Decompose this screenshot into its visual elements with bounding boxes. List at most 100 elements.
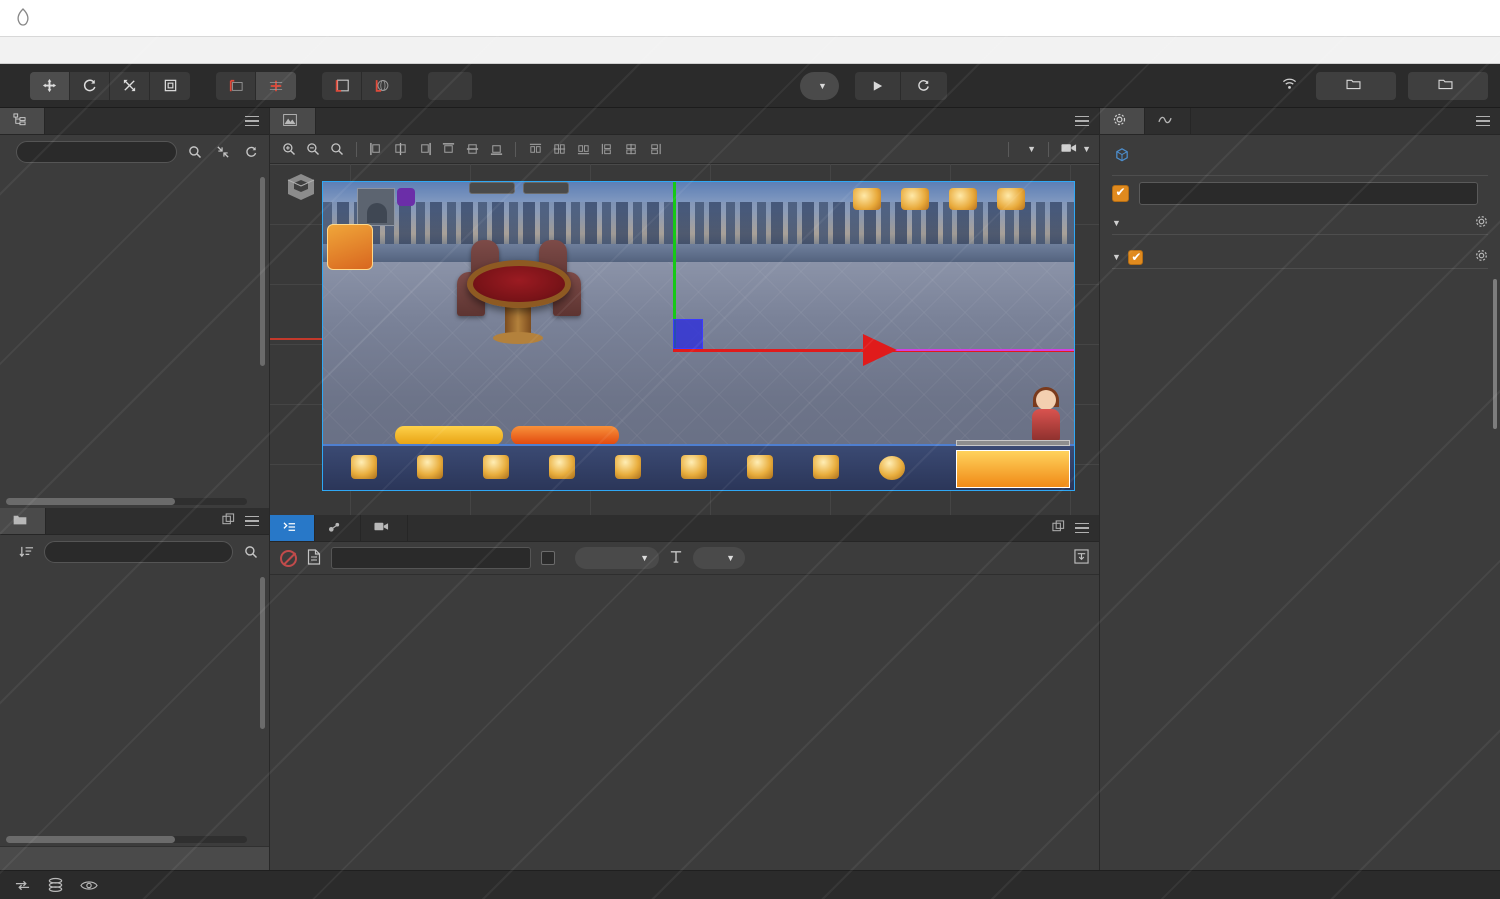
bottom-button-trophy[interactable] — [869, 456, 915, 480]
refresh-icon[interactable] — [241, 142, 261, 162]
regex-checkbox[interactable] — [541, 551, 555, 565]
menu-help[interactable] — [172, 48, 190, 52]
gear-icon[interactable] — [1475, 215, 1488, 231]
assets-menu-icon[interactable] — [245, 515, 259, 527]
open-project-button[interactable] — [1316, 71, 1397, 100]
zoom-in-icon[interactable] — [278, 138, 300, 160]
bottom-button-club-manage[interactable] — [605, 455, 651, 481]
inspector-scrollbar[interactable] — [1493, 279, 1497, 429]
tab-scene-editor[interactable] — [270, 108, 316, 134]
btchagelevel-gizmo[interactable] — [956, 440, 1070, 488]
bottom-button-promo-card[interactable] — [737, 455, 783, 481]
play-button[interactable] — [855, 71, 901, 100]
node-section-header[interactable]: ▼ — [1100, 211, 1500, 234]
tag-button-other[interactable] — [395, 426, 503, 445]
node-enabled-checkbox[interactable] — [1112, 185, 1129, 202]
tab-console[interactable] — [270, 515, 315, 541]
menu-developer[interactable] — [154, 48, 172, 52]
sort-icon[interactable] — [16, 542, 36, 562]
bottom-button-score-manage[interactable] — [407, 455, 453, 481]
camera-dropdown[interactable]: ▼ — [1061, 142, 1091, 157]
distribute-right-icon[interactable] — [644, 138, 666, 160]
gear-icon[interactable] — [1475, 249, 1488, 265]
dimension-toggle[interactable] — [428, 72, 472, 100]
sync-icon[interactable] — [14, 878, 31, 893]
tab-game-preview[interactable] — [361, 515, 408, 541]
distribute-bottom-icon[interactable] — [572, 138, 594, 160]
top-button-partner[interactable] — [898, 188, 932, 211]
menu-layout[interactable] — [118, 48, 136, 52]
hierarchy-tree[interactable] — [0, 169, 269, 508]
align-left-icon[interactable] — [365, 138, 387, 160]
move-tool-icon[interactable] — [30, 71, 70, 100]
hierarchy-search-input[interactable] — [16, 141, 177, 163]
close-button[interactable] — [1454, 0, 1500, 37]
console-popout-icon[interactable] — [1052, 520, 1065, 536]
assets-popout-icon[interactable] — [222, 513, 235, 529]
tag-button-all[interactable] — [511, 426, 619, 445]
console-menu-icon[interactable] — [1075, 522, 1089, 534]
tab-hierarchy[interactable] — [0, 108, 45, 134]
collapse-all-icon[interactable] — [213, 142, 233, 162]
hierarchy-hscrollbar[interactable] — [6, 498, 247, 505]
open-editor-button[interactable] — [1408, 71, 1489, 100]
font-size-dropdown[interactable]: ▼ — [693, 547, 745, 569]
bottom-button-rank[interactable] — [473, 455, 519, 481]
search-icon[interactable] — [241, 542, 261, 562]
tab-animation-editor[interactable] — [315, 515, 361, 541]
hierarchy-vscrollbar[interactable] — [260, 177, 265, 492]
eye-icon[interactable] — [80, 879, 98, 892]
console-filter-input[interactable] — [331, 547, 531, 569]
distribute-top-icon[interactable] — [524, 138, 546, 160]
gizmo-x-arrow[interactable] — [863, 334, 897, 366]
distribute-left-icon[interactable] — [596, 138, 618, 160]
menu-component[interactable] — [64, 48, 82, 52]
scene-close-button[interactable] — [523, 182, 569, 194]
zoom-out-icon[interactable] — [302, 138, 324, 160]
assets-tree[interactable] — [0, 569, 269, 846]
node-name-input[interactable] — [1139, 182, 1478, 205]
database-icon[interactable] — [47, 877, 64, 893]
preview-target-dropdown[interactable]: ▼ — [800, 71, 839, 100]
assets-vscrollbar[interactable] — [260, 577, 265, 830]
bottom-button-superior-card[interactable] — [803, 455, 849, 481]
align-bottom-icon[interactable] — [485, 138, 507, 160]
console-output[interactable] — [270, 575, 1099, 870]
zoom-reset-icon[interactable] — [326, 138, 348, 160]
rendering-dropdown[interactable]: ▼ — [1021, 144, 1036, 154]
align-center-h-icon[interactable] — [389, 138, 411, 160]
scale-tool-icon[interactable] — [110, 71, 150, 100]
prefab-stage[interactable] — [322, 181, 1075, 491]
tab-services[interactable] — [1145, 108, 1191, 134]
distribute-center-icon[interactable] — [620, 138, 642, 160]
search-icon[interactable] — [185, 142, 205, 162]
top-button-back-lobby[interactable] — [994, 188, 1028, 211]
quick-match-button[interactable] — [956, 450, 1070, 488]
maximize-button[interactable] — [1408, 0, 1454, 37]
top-button-notice[interactable] — [946, 188, 980, 211]
minimize-button[interactable] — [1362, 0, 1408, 37]
align-top-icon[interactable] — [437, 138, 459, 160]
assets-search-input[interactable] — [44, 541, 233, 563]
menu-panel[interactable] — [100, 48, 118, 52]
game-mode-icon[interactable] — [327, 224, 373, 270]
console-collapse-icon[interactable] — [1074, 549, 1089, 567]
export-log-icon[interactable] — [307, 548, 321, 568]
refresh-button[interactable] — [901, 72, 947, 100]
distribute-middle-icon[interactable] — [548, 138, 570, 160]
component-enabled-checkbox[interactable] — [1127, 249, 1143, 265]
clear-console-icon[interactable] — [280, 549, 297, 567]
component-section-header[interactable]: ▼ — [1100, 241, 1500, 268]
bottom-button-member-manage[interactable] — [539, 455, 585, 481]
coord-global-icon[interactable] — [362, 72, 402, 100]
tab-assets[interactable] — [0, 508, 46, 534]
tab-inspector[interactable] — [1100, 108, 1145, 134]
assets-hscrollbar[interactable] — [6, 836, 247, 843]
menu-file[interactable] — [10, 48, 28, 52]
gizmo-selection-rect[interactable] — [673, 319, 703, 349]
orientation-gizmo-icon[interactable] — [284, 170, 318, 204]
scene-menu-icon[interactable] — [1075, 115, 1089, 127]
bottom-button-score-gift[interactable] — [341, 455, 387, 481]
coord-local-icon[interactable] — [322, 71, 362, 100]
menu-edit[interactable] — [28, 48, 46, 52]
